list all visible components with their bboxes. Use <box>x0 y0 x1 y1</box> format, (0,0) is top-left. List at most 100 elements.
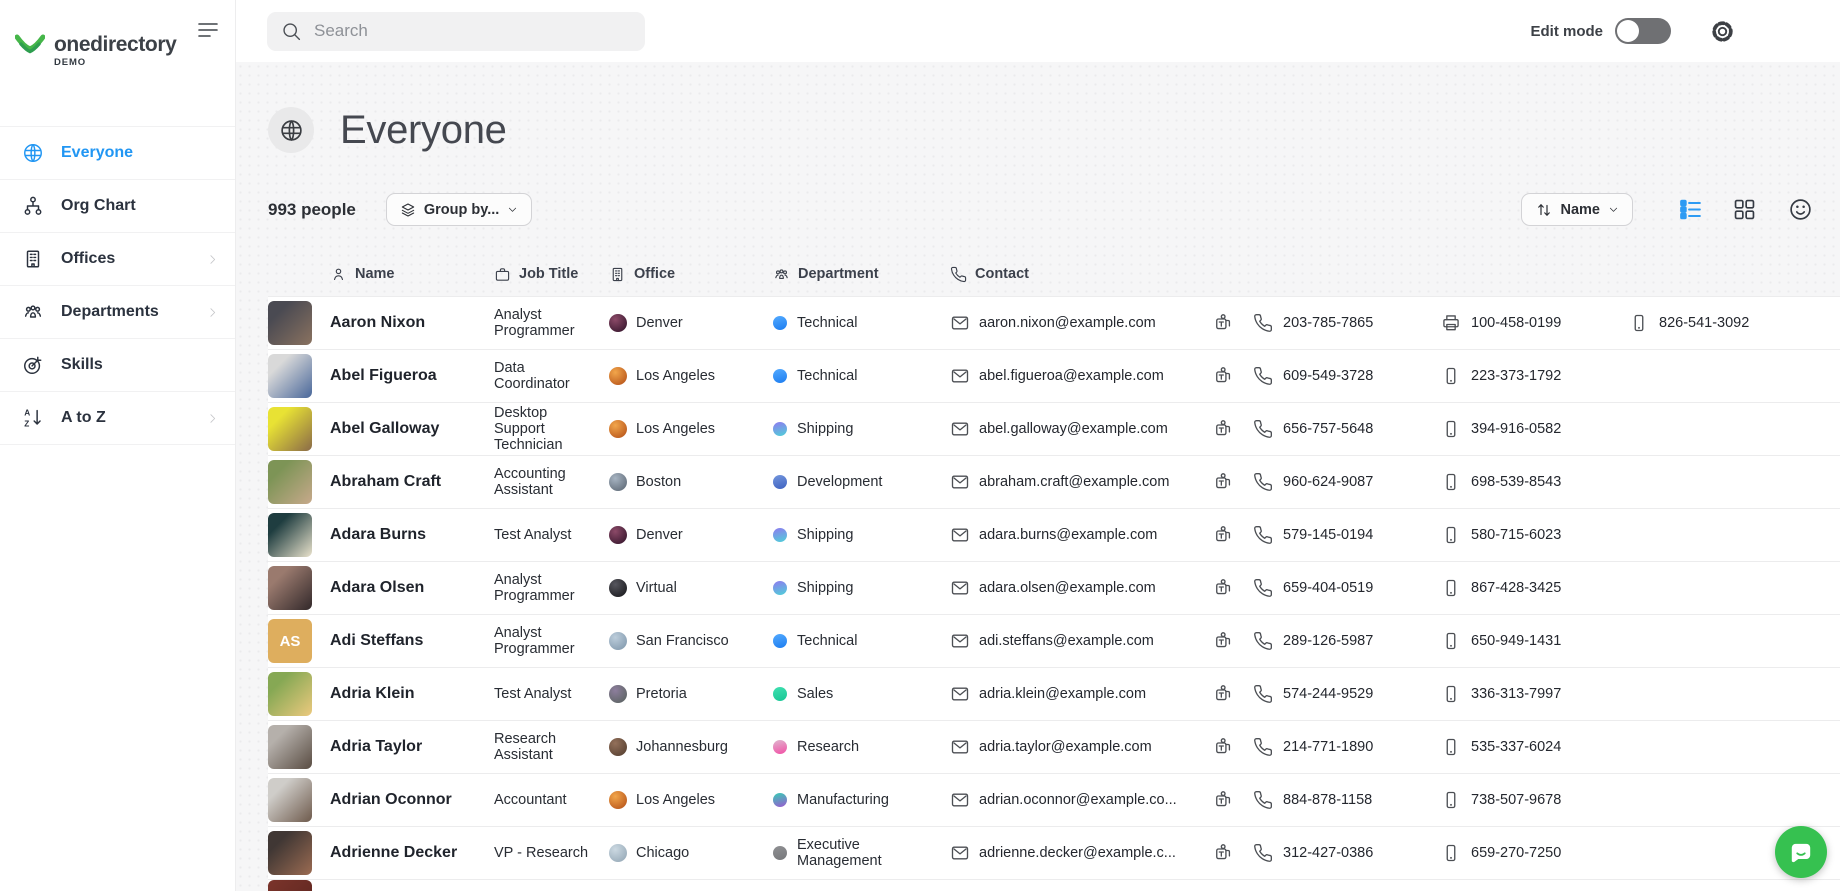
department-name[interactable]: Sales <box>797 686 833 702</box>
edit-mode-toggle[interactable] <box>1615 18 1671 44</box>
office-name[interactable]: Pretoria <box>636 686 687 702</box>
list-view-button[interactable] <box>1678 197 1703 222</box>
table-row[interactable]: Abel Figueroa Data Coordinator Los Angel… <box>268 350 1840 403</box>
fax-contact[interactable]: 100-458-0199 <box>1441 313 1629 333</box>
sort-button[interactable]: Name <box>1520 193 1633 226</box>
phone-contact[interactable]: 574-244-9529 <box>1253 684 1441 704</box>
sidebar-item-everyone[interactable]: Everyone <box>0 127 235 180</box>
grid-view-button[interactable] <box>1732 197 1757 222</box>
mobile-contact[interactable]: 394-916-0582 <box>1441 419 1629 439</box>
email-contact[interactable]: aaron.nixon@example.com <box>950 313 1213 333</box>
table-row[interactable]: Adrienne Decker VP - Research Chicago Ex… <box>268 827 1840 880</box>
mobile-contact[interactable]: 867-428-3425 <box>1441 578 1629 598</box>
teams-chat-button[interactable] <box>1213 578 1253 598</box>
table-row[interactable]: Adara Olsen Analyst Programmer Virtual S… <box>268 562 1840 615</box>
person-name[interactable]: Adara Burns <box>330 526 426 544</box>
phone-contact[interactable]: 214-771-1890 <box>1253 737 1441 757</box>
sidebar-item-offices[interactable]: Offices <box>0 233 235 286</box>
mobile-contact[interactable]: 223-373-1792 <box>1441 366 1629 386</box>
phone-contact[interactable]: 884-878-1158 <box>1253 790 1441 810</box>
teams-chat-button[interactable] <box>1213 313 1253 333</box>
mobile-contact[interactable]: 738-507-9678 <box>1441 790 1629 810</box>
sidebar-collapse-button[interactable] <box>193 18 223 45</box>
teams-chat-button[interactable] <box>1213 790 1253 810</box>
department-name[interactable]: Technical <box>797 315 857 331</box>
settings-button[interactable] <box>1709 18 1736 45</box>
sidebar-item-skills[interactable]: Skills <box>0 339 235 392</box>
sidebar-item-departments[interactable]: Departments <box>0 286 235 339</box>
search-box[interactable] <box>267 11 645 51</box>
smiley-view-button[interactable] <box>1788 197 1813 222</box>
office-name[interactable]: Chicago <box>636 845 689 861</box>
teams-chat-button[interactable] <box>1213 472 1253 492</box>
phone-contact[interactable]: 312-427-0386 <box>1253 843 1441 863</box>
column-header-contact[interactable]: Contact <box>950 266 1840 283</box>
person-name[interactable]: Abel Figueroa <box>330 367 437 385</box>
department-name[interactable]: Shipping <box>797 527 853 543</box>
mobile-contact[interactable]: 535-337-6024 <box>1441 737 1629 757</box>
table-row[interactable]: Adria Taylor Research Assistant Johannes… <box>268 721 1840 774</box>
person-name[interactable]: Adi Steffans <box>330 632 423 650</box>
table-row[interactable]: Adria Klein Test Analyst Pretoria Sales … <box>268 668 1840 721</box>
office-name[interactable]: Los Angeles <box>636 368 715 384</box>
office-name[interactable]: Johannesburg <box>636 739 728 755</box>
table-row[interactable]: AS Adi Steffans Analyst Programmer San F… <box>268 615 1840 668</box>
office-name[interactable]: Los Angeles <box>636 792 715 808</box>
column-header-name[interactable]: Name <box>330 266 494 283</box>
mobile-contact[interactable]: 580-715-6023 <box>1441 525 1629 545</box>
email-contact[interactable]: adria.klein@example.com <box>950 684 1213 704</box>
mobile-contact[interactable]: 659-270-7250 <box>1441 843 1629 863</box>
mobile-contact[interactable]: 336-313-7997 <box>1441 684 1629 704</box>
office-name[interactable]: San Francisco <box>636 633 729 649</box>
department-name[interactable]: Shipping <box>797 580 853 596</box>
email-contact[interactable]: adrian.oconnor@example.co... <box>950 790 1213 810</box>
table-row[interactable]: Aaron Nixon Analyst Programmer Denver Te… <box>268 297 1840 350</box>
email-contact[interactable]: adara.burns@example.com <box>950 525 1213 545</box>
office-name[interactable]: Boston <box>636 474 681 490</box>
email-contact[interactable]: abel.figueroa@example.com <box>950 366 1213 386</box>
mobile-contact[interactable]: 650-949-1431 <box>1441 631 1629 651</box>
phone-contact[interactable]: 960-624-9087 <box>1253 472 1441 492</box>
person-name[interactable]: Adria Klein <box>330 685 414 703</box>
email-contact[interactable]: abel.galloway@example.com <box>950 419 1213 439</box>
teams-chat-button[interactable] <box>1213 843 1253 863</box>
phone-contact[interactable]: 289-126-5987 <box>1253 631 1441 651</box>
department-name[interactable]: Manufacturing <box>797 792 889 808</box>
sidebar-item-a-to-z[interactable]: AZ A to Z <box>0 392 235 445</box>
phone-contact[interactable]: 579-145-0194 <box>1253 525 1441 545</box>
table-row[interactable]: Adara Burns Test Analyst Denver Shipping… <box>268 509 1840 562</box>
office-name[interactable]: Denver <box>636 527 683 543</box>
department-name[interactable]: Technical <box>797 633 857 649</box>
department-name[interactable]: Technical <box>797 368 857 384</box>
email-contact[interactable]: adria.taylor@example.com <box>950 737 1213 757</box>
chat-launcher-button[interactable] <box>1775 826 1827 878</box>
department-name[interactable]: Executive Management <box>797 837 909 869</box>
email-contact[interactable]: adara.olsen@example.com <box>950 578 1213 598</box>
teams-chat-button[interactable] <box>1213 684 1253 704</box>
person-name[interactable]: Adrienne Decker <box>330 844 457 862</box>
office-name[interactable]: Los Angeles <box>636 421 715 437</box>
department-name[interactable]: Shipping <box>797 421 853 437</box>
office-name[interactable]: Denver <box>636 315 683 331</box>
column-header-department[interactable]: Department <box>773 266 950 283</box>
email-contact[interactable]: adi.steffans@example.com <box>950 631 1213 651</box>
sidebar-item-org-chart[interactable]: Org Chart <box>0 180 235 233</box>
email-contact[interactable]: abraham.craft@example.com <box>950 472 1213 492</box>
teams-chat-button[interactable] <box>1213 366 1253 386</box>
table-row[interactable]: Abraham Craft Accounting Assistant Bosto… <box>268 456 1840 509</box>
person-name[interactable]: Adara Olsen <box>330 579 424 597</box>
department-name[interactable]: Development <box>797 474 882 490</box>
column-header-office[interactable]: Office <box>609 266 773 283</box>
table-row[interactable]: Adrian Oconnor Accountant Los Angeles Ma… <box>268 774 1840 827</box>
phone-contact[interactable]: 659-404-0519 <box>1253 578 1441 598</box>
teams-chat-button[interactable] <box>1213 737 1253 757</box>
teams-chat-button[interactable] <box>1213 631 1253 651</box>
person-name[interactable]: Abel Galloway <box>330 420 439 438</box>
phone-contact[interactable]: 203-785-7865 <box>1253 313 1441 333</box>
group-by-button[interactable]: Group by... <box>385 193 533 226</box>
phone-contact[interactable]: 609-549-3728 <box>1253 366 1441 386</box>
email-contact[interactable]: adrienne.decker@example.c... <box>950 843 1213 863</box>
table-row[interactable]: Abel Galloway Desktop Support Technician… <box>268 403 1840 456</box>
mobile-contact[interactable]: 698-539-8543 <box>1441 472 1629 492</box>
person-name[interactable]: Adria Taylor <box>330 738 422 756</box>
